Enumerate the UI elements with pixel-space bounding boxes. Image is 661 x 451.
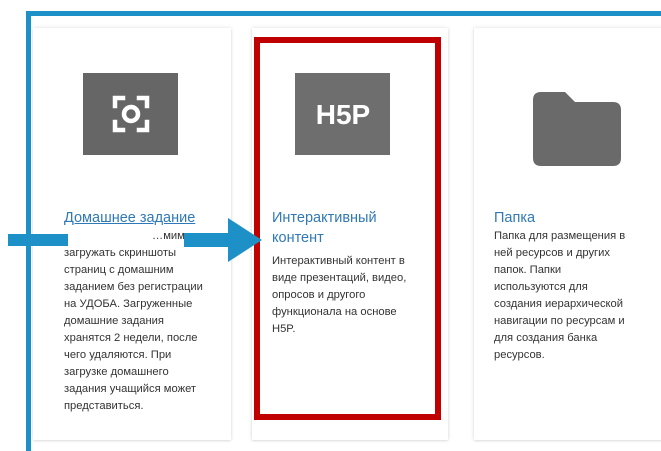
highlight-box	[254, 37, 441, 420]
screenshot-icon	[83, 73, 178, 155]
folder-icon	[527, 88, 627, 175]
resource-card-folder[interactable]: Папка Папка для размещения в ней ресурсо…	[474, 28, 661, 440]
arrow-right-icon	[184, 218, 262, 262]
arrow-right-icon	[8, 234, 68, 246]
card-description-homework: …мимся загружать скриншоты страниц с дом…	[64, 230, 203, 412]
card-title-homework[interactable]: Домашнее задание	[64, 208, 195, 228]
card-title-folder[interactable]: Папка	[494, 208, 535, 228]
card-description-folder: Папка для размещения в ней ресурсов и др…	[494, 230, 626, 361]
